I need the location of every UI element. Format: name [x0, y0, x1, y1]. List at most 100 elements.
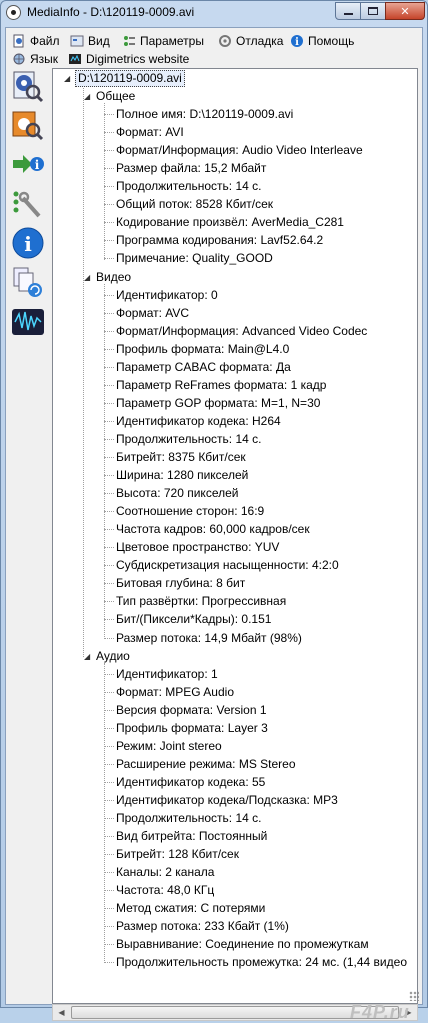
tree-info-item[interactable]: Размер потока: 233 Кбайт (1%) — [116, 917, 289, 935]
menu-debug[interactable]: Отладка — [218, 32, 283, 50]
tree-connector-line — [104, 258, 114, 260]
menu-file[interactable]: Файл — [12, 32, 60, 50]
tree-info-item[interactable]: Формат/Информация: Audio Video Interleav… — [116, 141, 363, 159]
tree-info-item[interactable]: Бит/(Пиксели*Кадры): 0.151 — [116, 610, 271, 628]
tree-info-item[interactable]: Субдискретизация насыщенности: 4:2:0 — [116, 556, 339, 574]
tree-connector-line — [104, 763, 114, 765]
sidebar-about-button[interactable]: i — [11, 226, 45, 260]
tree-info-item[interactable]: Битрейт: 128 Кбит/сек — [116, 845, 239, 863]
tree-connector-line — [83, 85, 84, 657]
menu-view[interactable]: Вид — [70, 32, 110, 50]
tree-info-item[interactable]: Параметр ReFrames формата: 1 кадр — [116, 376, 326, 394]
tree-info-item[interactable]: Полное имя: D:\120119-0009.avi — [116, 105, 293, 123]
menu-website-label: Digimetrics website — [86, 52, 190, 66]
tree-info-item[interactable]: Формат/Информация: Advanced Video Codec — [116, 322, 367, 340]
tree-connector-line — [104, 691, 114, 693]
tree-section-header[interactable]: Видео — [96, 268, 131, 286]
tree-info-item[interactable]: Продолжительность: 14 с. — [116, 809, 261, 827]
minimize-button[interactable] — [335, 2, 361, 20]
tree-info-item[interactable]: Соотношение сторон: 16:9 — [116, 502, 264, 520]
tree-info-item[interactable]: Тип развёртки: Прогрессивная — [116, 592, 286, 610]
tree-section-header[interactable]: Общее — [96, 87, 135, 105]
section-collapse-icon[interactable]: ◢ — [84, 273, 93, 282]
tree-info-item[interactable]: Расширение режима: MS Stereo — [116, 755, 296, 773]
mediainfo-app-icon — [6, 5, 21, 20]
menu-bar: Файл Вид Параметры Отладка i Помощь Язык… — [6, 30, 422, 68]
tree-info-item[interactable]: Параметр GOP формата: M=1, N=30 — [116, 394, 320, 412]
tree-root-file[interactable]: D:\120119-0009.avi — [75, 70, 185, 87]
tree-info-item[interactable]: Идентификатор кодека/Подсказка: MP3 — [116, 791, 338, 809]
tree-info-item[interactable]: Битовая глубина: 8 бит — [116, 574, 245, 592]
tree-info-item[interactable]: Вид битрейта: Постоянный — [116, 827, 267, 845]
resize-grip-icon[interactable] — [409, 991, 419, 1001]
tree-section-header[interactable]: Аудио — [96, 647, 130, 665]
tree-connector-line — [104, 781, 114, 783]
menu-options-label: Параметры — [140, 34, 204, 48]
tree-info-item[interactable]: Высота: 720 пикселей — [116, 484, 238, 502]
waveform-icon — [12, 309, 44, 335]
tree-info-item[interactable]: Каналы: 2 канала — [116, 863, 214, 881]
tree-info-item[interactable]: Параметр CABAC формата: Да — [116, 358, 291, 376]
tree-info-item[interactable]: Продолжительность: 14 с. — [116, 430, 261, 448]
options-icon — [122, 34, 136, 48]
menu-debug-label: Отладка — [236, 34, 284, 48]
tree-info-item[interactable]: Размер потока: 14,9 Мбайт (98%) — [116, 629, 302, 647]
tree-connector-line — [104, 727, 114, 729]
sidebar-sheet-view-button[interactable] — [11, 108, 45, 142]
scroll-left-arrow-icon[interactable]: ◀ — [53, 1005, 70, 1020]
tree-connector-line — [104, 962, 114, 964]
tree-info-item[interactable]: Формат: MPEG Audio — [116, 683, 234, 701]
tree-info-item[interactable]: Профиль формата: Layer 3 — [116, 719, 268, 737]
tree-connector-line — [104, 168, 114, 170]
tree-connector-line — [104, 384, 114, 386]
sidebar-basic-view-button[interactable] — [11, 70, 45, 104]
menu-language[interactable]: Язык — [12, 50, 58, 68]
menu-website[interactable]: Digimetrics website — [68, 50, 189, 68]
tree-info-item[interactable]: Профиль формата: Main@L4.0 — [116, 340, 289, 358]
tree-info-item[interactable]: Примечание: Quality_GOOD — [116, 249, 273, 267]
tree-connector-line — [104, 283, 105, 639]
tree-info-item[interactable]: Версия формата: Version 1 — [116, 701, 267, 719]
tree-info-item[interactable]: Размер файла: 15,2 Мбайт — [116, 159, 266, 177]
menu-options[interactable]: Параметры — [122, 32, 204, 50]
menu-view-label: Вид — [88, 34, 110, 48]
tree-info-item[interactable]: Частота кадров: 60,000 кадров/сек — [116, 520, 310, 538]
tree-info-item[interactable]: Программа кодирования: Lavf52.64.2 — [116, 231, 323, 249]
info-tree-view[interactable]: ◢ D:\120119-0009.avi ◢ Общее Полное имя: D… — [52, 68, 418, 1004]
tree-info-item[interactable]: Цветовое пространство: YUV — [116, 538, 279, 556]
tree-connector-line — [104, 294, 114, 296]
tree-info-item[interactable]: Кодирование произвёл: AverMedia_C281 — [116, 213, 344, 231]
tree-info-item[interactable]: Частота: 48,0 КГц — [116, 881, 214, 899]
menu-help[interactable]: i Помощь — [290, 32, 354, 50]
tree-info-item[interactable]: Битрейт: 8375 Кбит/сек — [116, 448, 246, 466]
sidebar-export-button[interactable]: i — [11, 148, 45, 182]
root-collapse-icon[interactable]: ◢ — [64, 74, 73, 83]
tree-info-item[interactable]: Продолжительность: 14 с. — [116, 177, 261, 195]
title-bar[interactable]: MediaInfo - D:\120119-0009.avi ✕ — [1, 1, 427, 25]
sidebar-options-button[interactable] — [11, 188, 45, 222]
tree-connector-line — [104, 547, 114, 549]
tree-connector-line — [104, 511, 114, 513]
tree-info-item[interactable]: Режим: Joint stereo — [116, 737, 222, 755]
tree-info-item[interactable]: Идентификатор кодека: H264 — [116, 412, 281, 430]
tree-info-item[interactable]: Идентификатор: 1 — [116, 665, 218, 683]
tree-connector-line — [104, 402, 114, 404]
tree-info-item[interactable]: Идентификатор кодека: 55 — [116, 773, 265, 791]
section-collapse-icon[interactable]: ◢ — [84, 92, 93, 101]
close-button[interactable]: ✕ — [385, 2, 425, 20]
tree-info-item[interactable]: Формат: AVC — [116, 304, 189, 322]
maximize-button[interactable] — [360, 2, 386, 20]
sidebar-graph-button[interactable] — [11, 306, 45, 340]
tree-info-item[interactable]: Общий поток: 8528 Кбит/сек — [116, 195, 273, 213]
tree-info-item[interactable]: Выравнивание: Соединение по промежуткам — [116, 935, 369, 953]
section-collapse-icon[interactable]: ◢ — [84, 652, 93, 661]
tree-info-item[interactable]: Продолжительность промежутка: 24 мс. (1,… — [116, 953, 407, 971]
tree-info-item[interactable]: Ширина: 1280 пикселей — [116, 466, 248, 484]
sidebar-compare-button[interactable] — [11, 266, 45, 300]
tree-info-item[interactable]: Идентификатор: 0 — [116, 286, 218, 304]
tree-connector-line — [104, 799, 114, 801]
tree-connector-line — [104, 457, 114, 458]
tree-info-item[interactable]: Метод сжатия: С потерями — [116, 899, 265, 917]
tree-info-item[interactable]: Формат: AVI — [116, 123, 184, 141]
menu-language-label: Язык — [30, 52, 59, 66]
